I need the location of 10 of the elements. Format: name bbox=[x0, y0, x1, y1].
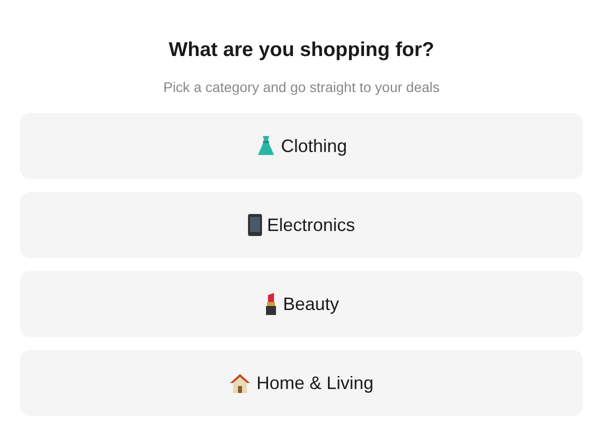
house-icon bbox=[229, 373, 252, 393]
page-subtitle: Pick a category and go straight to your deals bbox=[163, 78, 440, 96]
phone-icon bbox=[248, 214, 262, 236]
category-button[interactable]: Clothing bbox=[20, 113, 583, 179]
dress-icon bbox=[256, 135, 276, 157]
category-button[interactable]: Beauty bbox=[20, 271, 583, 337]
lipstick-icon bbox=[264, 293, 278, 315]
page-title: What are you shopping for? bbox=[168, 38, 434, 62]
category-button[interactable]: Home & Living bbox=[20, 350, 583, 416]
category-button[interactable]: Electronics bbox=[20, 192, 583, 258]
